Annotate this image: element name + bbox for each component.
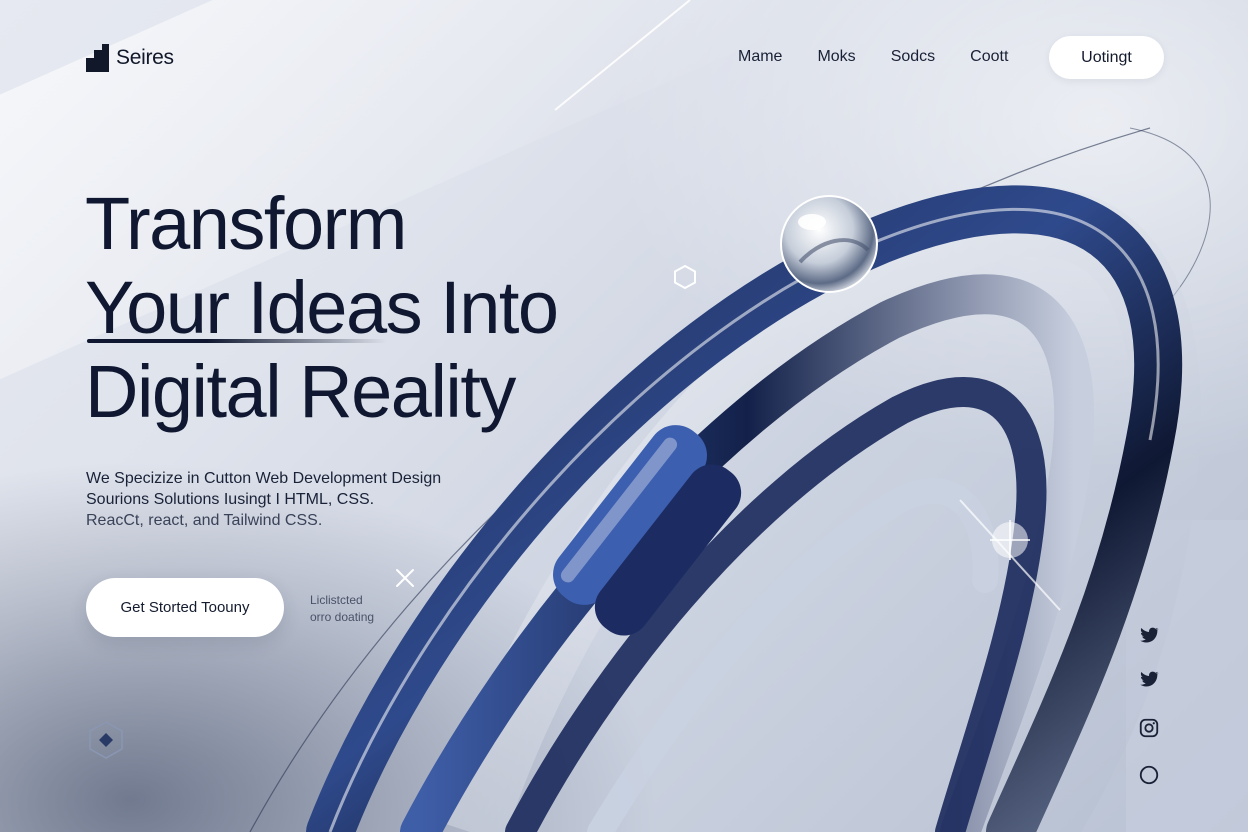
hexagon-gem-icon: [89, 721, 123, 759]
side-note-line-1: Liclistcted: [310, 593, 363, 607]
logo-mark-icon: [86, 44, 109, 72]
twitter-icon: [1140, 627, 1160, 643]
side-note-line-2: orro doating: [310, 610, 375, 624]
hero-headline: Transform Your Ideas Into Digital Realit…: [85, 182, 705, 434]
site-header: Seires Mame Moks Sodcs Coott Uotingt: [0, 0, 1248, 120]
close-icon: [396, 569, 414, 587]
headline-line-2: Your Ideas Into: [85, 266, 559, 349]
header-cta-button[interactable]: Uotingt: [1049, 36, 1164, 79]
instagram-icon: [1139, 718, 1159, 738]
nav-item-coott[interactable]: Coott: [970, 48, 1008, 66]
main-nav: Mame Moks Sodcs Coott: [738, 48, 1008, 66]
brand-name: Seires: [116, 46, 174, 69]
hero-description: We Specizize in Cutton Web Development D…: [86, 468, 506, 531]
description-line-3: ReacCt, react, and Tailwind CSS.: [86, 512, 323, 529]
side-note: Liclistcted orro doating: [310, 592, 374, 626]
circle-link[interactable]: [1138, 764, 1160, 786]
twitter-link-2[interactable]: [1138, 668, 1160, 690]
nav-item-sodcs[interactable]: Sodcs: [891, 48, 935, 66]
description-line-1: We Specizize in Cutton Web Development D…: [86, 470, 442, 487]
headline-underline: [87, 339, 387, 343]
headline-line-1: Transform: [85, 182, 407, 265]
twitter-link[interactable]: [1138, 624, 1160, 646]
nav-item-moks[interactable]: Moks: [817, 48, 855, 66]
instagram-link[interactable]: [1138, 717, 1160, 739]
hexagon-icon: [674, 264, 696, 290]
headline-line-3: Digital Reality: [85, 350, 516, 433]
circle-icon: [1139, 765, 1159, 785]
brand-logo[interactable]: Seires: [86, 44, 174, 72]
get-started-button[interactable]: Get Storted Toouny: [86, 578, 284, 637]
nav-item-mame[interactable]: Mame: [738, 48, 782, 66]
description-line-2: Sourions Solutions Iusingt I HTML, CSS.: [86, 491, 375, 508]
twitter-icon: [1140, 671, 1160, 687]
